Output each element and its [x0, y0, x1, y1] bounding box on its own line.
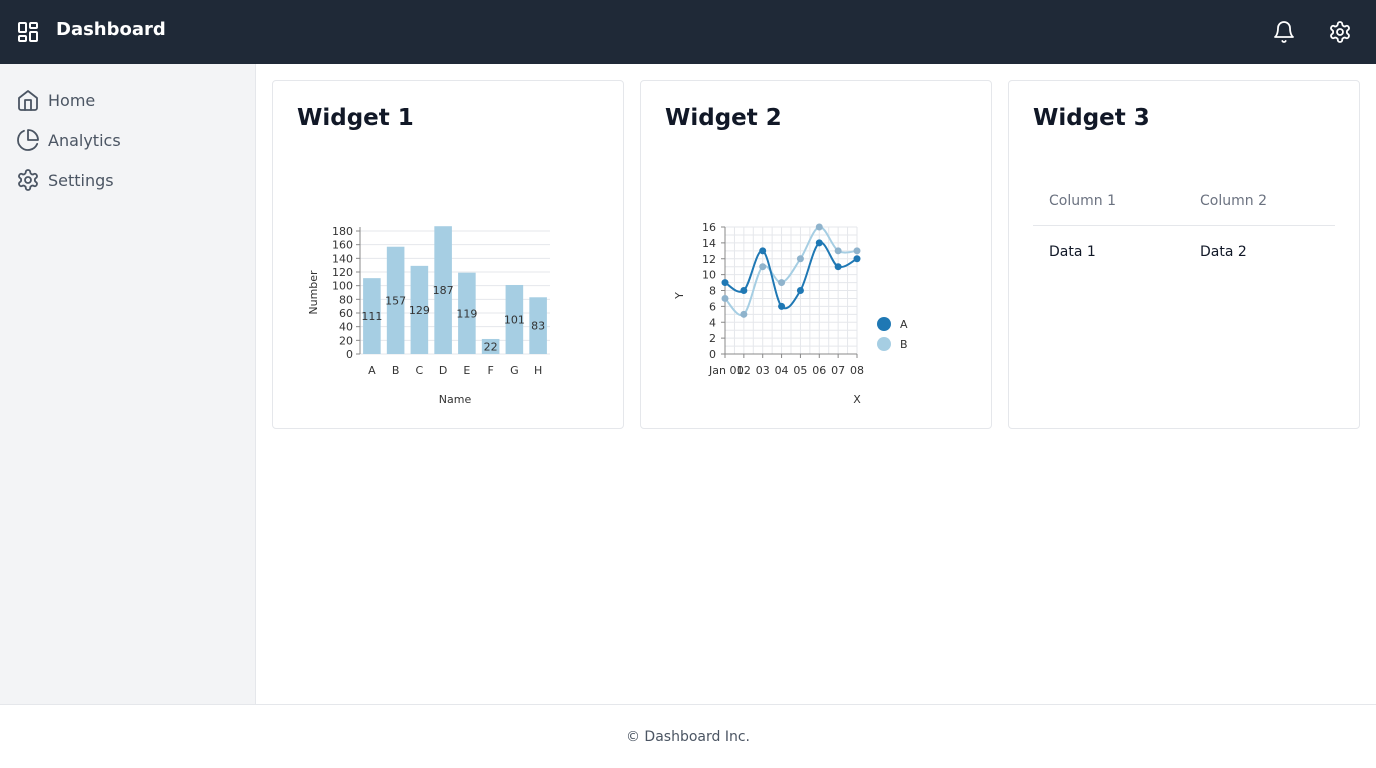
data-label: 83 [531, 320, 545, 333]
data-point [853, 255, 861, 263]
legend-label: B [900, 338, 908, 351]
y-tick-label: 20 [339, 334, 353, 347]
data-point [740, 287, 748, 294]
y-tick-label: 100 [332, 280, 353, 293]
column-header: Column 1 [1033, 177, 1184, 226]
data-point [778, 302, 786, 310]
x-axis-label: X [853, 393, 861, 406]
widget-card: Widget 2 0 2 4 6 8 10 12 14 16 Jan 01 02 03 04 05 06 07… [640, 80, 992, 429]
data-label: 157 [385, 294, 406, 307]
footer-text: © Dashboard Inc. [625, 728, 750, 745]
x-tick-label: B [392, 364, 400, 377]
footer: © Dashboard Inc. [0, 704, 1376, 768]
x-tick-label: 04 [775, 364, 789, 377]
data-point [721, 279, 729, 287]
data-label: 22 [484, 340, 498, 353]
settings-button[interactable] [1326, 18, 1354, 46]
table-header-row: Column 1 Column 2 [1033, 177, 1335, 226]
y-tick-label: 8 [709, 285, 716, 298]
data-label: 129 [409, 304, 430, 317]
x-tick-label: A [368, 364, 376, 377]
y-tick-label: 2 [709, 332, 716, 345]
x-axis-label: Name [439, 393, 472, 406]
data-label: 187 [433, 284, 454, 297]
legend-swatch [877, 337, 891, 351]
x-tick-label: 02 [737, 364, 751, 377]
sidebar-item-label: Home [48, 90, 96, 110]
table-cell: Data 2 [1200, 243, 1247, 260]
y-tick-label: 160 [332, 239, 353, 252]
y-tick-label: 60 [339, 307, 353, 320]
x-tick-label: 06 [812, 364, 826, 377]
data-label: 111 [361, 310, 382, 323]
y-axis-label: Number [307, 270, 320, 315]
y-tick-label: 12 [702, 253, 716, 266]
x-tick-label: 07 [831, 364, 845, 377]
data-point [721, 294, 729, 302]
sidebar-item-analytics[interactable]: Analytics [0, 120, 255, 160]
y-tick-label: 4 [709, 316, 716, 329]
x-tick-label: E [463, 364, 470, 377]
gear-icon [18, 169, 38, 191]
x-tick-label: 03 [756, 364, 770, 377]
sidebar-item-home[interactable]: Home [0, 80, 255, 120]
data-table: Column 1 Column 2 Data 1 Data 2 [1033, 177, 1335, 278]
y-tick-label: 40 [339, 321, 353, 334]
data-label: 119 [456, 307, 477, 320]
y-axis-label: Y [673, 292, 686, 300]
data-point [834, 247, 842, 255]
pie-chart-icon [17, 129, 39, 151]
legend-label: A [900, 318, 908, 331]
bar-chart: 020406080100120140160180 111 A 157 B 129 C 187 D… [307, 225, 550, 406]
x-tick-label: 05 [793, 364, 807, 377]
data-point [815, 239, 823, 247]
data-point [778, 279, 786, 287]
x-tick-label: D [439, 364, 447, 377]
x-tick-label: H [534, 364, 542, 377]
data-point [853, 247, 861, 255]
data-point [796, 255, 804, 263]
data-label: 101 [504, 313, 525, 326]
line-chart: 0246810121416Jan 0102 03 04 05 06 07 08ABXY [673, 221, 908, 406]
dashboard-grid-icon [18, 22, 38, 42]
legend-swatch [877, 317, 891, 331]
widget-card: Widget 1 0 20 40 60 80 100 120 140 160 180 111 A 157… [272, 80, 624, 429]
y-tick-label: 0 [709, 348, 716, 361]
data-point [834, 263, 842, 271]
main-content: Widget 1 0 20 40 60 80 100 120 140 160 180 111 A 157… [256, 64, 1376, 704]
bell-icon [1274, 21, 1294, 43]
app-title: Dashboard [56, 19, 166, 40]
data-point [759, 247, 767, 255]
top-bar: Dashboard [0, 0, 1376, 64]
y-tick-label: 180 [332, 225, 353, 238]
gear-icon [1330, 21, 1350, 43]
x-tick-label: G [510, 364, 519, 377]
notifications-button[interactable] [1270, 18, 1298, 46]
data-point [815, 223, 823, 231]
widget-card: Widget 3 Column 1 Column 2 Data 1 Data 2 [1008, 80, 1360, 429]
sidebar-item-label: Analytics [48, 130, 121, 150]
data-point [759, 263, 767, 271]
y-tick-label: 16 [702, 221, 716, 234]
sidebar-item-settings[interactable]: Settings [0, 160, 255, 200]
y-tick-label: 6 [709, 300, 716, 313]
sidebar: Home Analytics Settings [0, 64, 256, 704]
home-icon [18, 90, 38, 111]
sidebar-item-label: Settings [48, 170, 114, 190]
x-tick-label: 08 [850, 364, 864, 377]
column-header: Column 2 [1184, 177, 1335, 226]
y-tick-label: 14 [702, 237, 716, 250]
data-point [740, 310, 748, 318]
data-point [796, 287, 804, 294]
x-tick-label: C [416, 364, 424, 377]
y-tick-label: 10 [702, 269, 716, 282]
y-tick-label: 80 [339, 293, 353, 306]
widget-title: Widget 3 [1033, 105, 1150, 131]
y-tick-label: 140 [332, 252, 353, 265]
x-tick-label: F [487, 364, 493, 377]
table-cell: Data 1 [1049, 243, 1096, 260]
y-tick-label: 120 [332, 266, 353, 279]
table-row: Data 1 Data 2 [1033, 226, 1335, 278]
y-tick-label: 0 [346, 348, 353, 361]
